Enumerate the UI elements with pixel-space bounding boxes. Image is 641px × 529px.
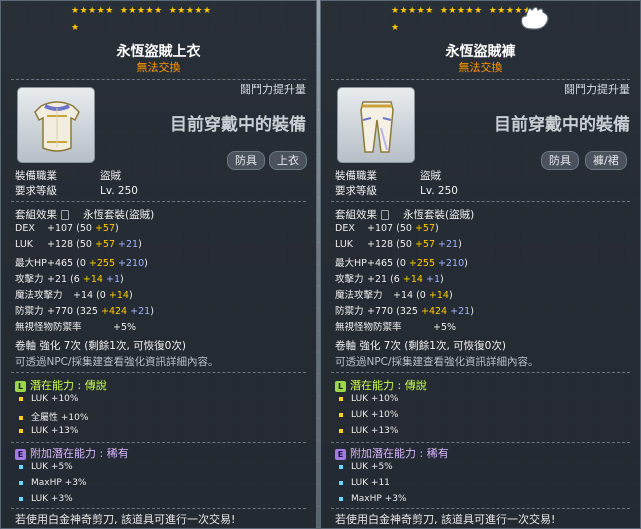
- divider: [11, 442, 306, 443]
- bullet-icon: [19, 415, 23, 420]
- divider: [331, 508, 630, 509]
- additional-line: LUK +11: [339, 478, 390, 488]
- stat-dex: DEX +107 (50 +57): [335, 223, 439, 234]
- white-glove-cursor-icon: [520, 6, 549, 30]
- stat-luk: LUK +128 (50 +57 +21): [335, 239, 462, 250]
- star-group: ★★★★★: [71, 6, 114, 16]
- stat-magic-attack: 魔法攻擊力 +14 (0 +14): [15, 290, 133, 301]
- npc-info-line: 可透過NPC/採集建查看強化資訊詳細內容。: [15, 356, 219, 368]
- epic-badge-icon: E: [335, 448, 346, 460]
- npc-info-line: 可透過NPC/採集建查看強化資訊詳細內容。: [335, 356, 539, 368]
- potential-line: LUK +13%: [19, 426, 78, 436]
- additional-potential-header: E 附加潛在能力 : 稀有: [335, 445, 449, 461]
- bullet-icon: [339, 496, 343, 501]
- potential-header: L 潛在能力 : 傳說: [335, 377, 427, 393]
- potential-header: L 潛在能力 : 傳說: [15, 377, 107, 393]
- stat-defense: 防禦力 +770 (325 +424 +21): [15, 306, 154, 317]
- star-group: ★★★★★: [168, 6, 212, 16]
- stat-magic-attack: 魔法攻擊力 +14 (0 +14): [335, 290, 453, 301]
- item-icon-frame: [17, 87, 95, 163]
- equipped-banner: 目前穿戴中的裝備: [494, 115, 630, 135]
- equipped-banner: 目前穿戴中的裝備: [170, 115, 306, 135]
- stat-max-hp: 最大HP+465 (0 +255 +210): [15, 258, 148, 269]
- tag-armor: 防具: [541, 151, 579, 170]
- stat-defense: 防禦力 +770 (325 +424 +21): [335, 306, 474, 317]
- tag-armor: 防具: [227, 151, 265, 170]
- power-increase-label: 鬪鬥力提升量: [240, 83, 306, 96]
- divider: [331, 442, 630, 443]
- set-effect-row: 套組效果 永恆套裝(盜賊): [15, 209, 155, 221]
- scissors-note: 若使用白金神奇剪刀, 該道具可進行一次交易!: [15, 513, 236, 526]
- additional-line: LUK +5%: [339, 462, 393, 472]
- item-title: 永恆盜賊褲: [445, 44, 516, 60]
- star-force-row: ★★★★★ ★★★★★ ★★★★★: [391, 6, 538, 16]
- additional-line: LUK +3%: [19, 494, 73, 504]
- potential-line: LUK +10%: [339, 410, 398, 420]
- star-group: ★★★★★: [119, 6, 163, 16]
- divider: [11, 372, 306, 373]
- job-row: 裝備職業 盜賊: [15, 170, 121, 182]
- bullet-icon: [19, 480, 23, 485]
- lock-icon: [381, 210, 389, 220]
- trade-status: 無法交換: [458, 61, 503, 74]
- star-group: ★★★★★: [391, 6, 434, 16]
- tag-slot: 上衣: [269, 151, 307, 170]
- lock-icon: [61, 210, 69, 220]
- star-extra: ★: [71, 23, 80, 33]
- bullet-icon: [339, 412, 343, 417]
- stat-ignore-defense: 無視怪物防禦率 +5%: [335, 322, 457, 333]
- bullet-icon: [339, 464, 343, 469]
- divider: [11, 201, 306, 202]
- set-effect-row: 套組效果 永恆套裝(盜賊): [335, 209, 475, 221]
- bullet-icon: [339, 480, 343, 485]
- stat-luk: LUK +128 (50 +57 +21): [15, 239, 142, 250]
- divider: [331, 201, 630, 202]
- bullet-icon: [19, 464, 23, 469]
- additional-potential-header: E 附加潛在能力 : 稀有: [15, 445, 129, 461]
- stat-dex: DEX +107 (50 +57): [15, 223, 119, 234]
- level-row: 要求等級 Lv. 250: [335, 185, 458, 197]
- level-row: 要求等級 Lv. 250: [15, 185, 138, 197]
- job-row: 裝備職業 盜賊: [335, 170, 441, 182]
- item-tooltip-bottom: ★★★★★ ★★★★★ ★★★★★ ★ 永恆盜賊褲 無法交換 鬪鬥力提升量 目前穿戴…: [320, 0, 641, 529]
- bullet-icon: [339, 428, 343, 433]
- stat-max-hp: 最大HP+465 (0 +255 +210): [335, 258, 468, 269]
- potential-line: LUK +10%: [19, 394, 78, 404]
- legendary-badge-icon: L: [335, 380, 346, 392]
- bullet-icon: [19, 428, 23, 433]
- legendary-badge-icon: L: [15, 380, 26, 392]
- power-increase-label: 鬪鬥力提升量: [564, 83, 630, 96]
- item-title: 永恆盜賊上衣: [116, 44, 201, 60]
- pants-item-icon: [360, 101, 394, 153]
- trade-status: 無法交換: [136, 61, 181, 74]
- additional-line: MaxHP +3%: [19, 478, 86, 488]
- star-group: ★★★★★: [439, 6, 483, 16]
- additional-line: MaxHP +3%: [339, 494, 406, 504]
- potential-line: LUK +10%: [339, 394, 398, 404]
- bullet-icon: [19, 496, 23, 501]
- divider: [331, 79, 630, 80]
- stat-attack: 攻擊力 +21 (6 +14 +1): [335, 274, 444, 285]
- scroll-enhance-line: 卷軸 強化 7次 (剩餘1次, 可恢復0次): [335, 340, 506, 352]
- epic-badge-icon: E: [15, 448, 26, 460]
- stat-attack: 攻擊力 +21 (6 +14 +1): [15, 274, 124, 285]
- divider: [331, 372, 630, 373]
- scroll-enhance-line: 卷軸 強化 7次 (剩餘1次, 可恢復0次): [15, 340, 186, 352]
- item-tooltip-top: ★★★★★ ★★★★★ ★★★★★ ★ 永恆盜賊上衣 無法交換 鬪鬥力提升量 目前穿…: [0, 0, 317, 529]
- potential-line: LUK +13%: [339, 426, 398, 436]
- divider: [11, 79, 306, 80]
- scissors-note: 若使用白金神奇剪刀, 該道具可進行一次交易!: [335, 513, 556, 526]
- shirt-item-icon: [34, 101, 80, 152]
- item-icon-frame: [337, 87, 415, 163]
- stat-ignore-defense: 無視怪物防禦率 +5%: [15, 322, 137, 333]
- bullet-icon: [339, 396, 343, 401]
- divider: [11, 508, 306, 509]
- bullet-icon: [19, 396, 23, 401]
- star-extra: ★: [391, 23, 400, 33]
- additional-line: LUK +5%: [19, 462, 73, 472]
- potential-line: 全屬性 +10%: [19, 410, 88, 423]
- star-force-row: ★★★★★ ★★★★★ ★★★★★: [71, 6, 218, 16]
- tag-slot: 褲/裙: [585, 151, 627, 170]
